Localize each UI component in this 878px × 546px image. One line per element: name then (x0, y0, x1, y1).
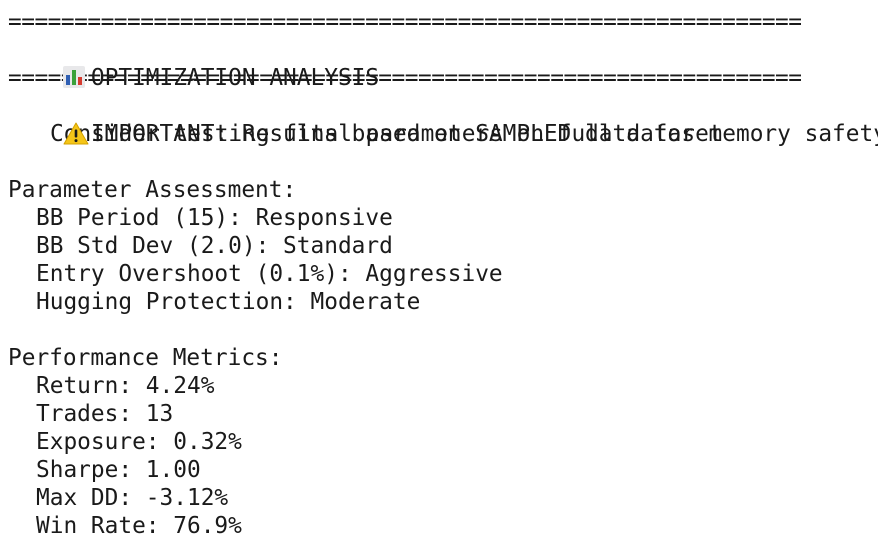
metric-item: Win Rate: 76.9% (36, 513, 242, 539)
metric-item: Return: 4.24% (36, 373, 215, 399)
separator-top: ========================================… (8, 9, 802, 35)
parameter-item: Hugging Protection: Moderate (36, 289, 421, 315)
separator-bottom: ========================================… (8, 65, 802, 91)
metric-item: Trades: 13 (36, 401, 174, 427)
bar-chart-icon (62, 64, 91, 92)
metric-item: Exposure: 0.32% (36, 429, 242, 455)
parameter-item: BB Period (15): Responsive (36, 205, 393, 231)
metric-item: Max DD: -3.12% (36, 485, 229, 511)
metric-item: Sharpe: 1.00 (36, 457, 201, 483)
parameter-item: BB Std Dev (2.0): Standard (36, 233, 393, 259)
parameter-item: Entry Overshoot (0.1%): Aggressive (36, 261, 503, 287)
title-line: OPTIMIZATION ANALYSIS (8, 36, 874, 91)
terminal-output: ========================================… (8, 8, 878, 540)
warning-icon (63, 120, 91, 148)
parameter-assessment-heading: Parameter Assessment: (8, 177, 297, 203)
performance-metrics-heading: Performance Metrics: (8, 345, 283, 371)
